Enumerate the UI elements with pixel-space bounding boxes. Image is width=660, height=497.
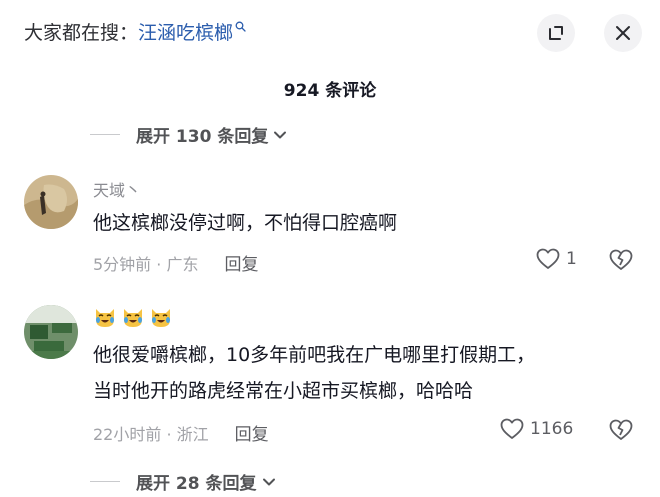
- avatar[interactable]: [24, 305, 78, 359]
- chevron-down-icon: [262, 478, 275, 485]
- chevron-down-icon: [274, 131, 287, 138]
- time-location: 22小时前 · 浙江: [93, 424, 209, 444]
- comment-meta: 22小时前 · 浙江 回复: [93, 420, 269, 446]
- expand-replies-button[interactable]: 展开 130 条回复: [90, 122, 288, 147]
- expand-window-icon: [549, 26, 563, 40]
- like-button[interactable]: 1166: [500, 418, 573, 440]
- comment-text-line-2: 当时他开的路虎经常在小超市买槟榔，哈哈哈: [93, 380, 474, 402]
- expand-window-button[interactable]: [537, 14, 575, 52]
- heart-icon: [500, 418, 524, 439]
- comments-title: 924 条评论: [283, 81, 377, 101]
- crying-laugh-cat-emoji-icon: [124, 309, 142, 327]
- comment-meta: 5分钟前 · 广东 回复: [93, 250, 258, 276]
- time-location: 5分钟前 · 广东: [93, 254, 199, 274]
- search-prefix: 大家都在搜：: [24, 22, 139, 44]
- close-button[interactable]: [604, 14, 642, 52]
- broken-heart-icon[interactable]: [609, 249, 633, 271]
- divider-line: [90, 134, 120, 135]
- heart-icon: [536, 248, 560, 269]
- top-bar: 大家都在搜： 汪涵吃槟榔: [0, 0, 660, 66]
- avatar[interactable]: [24, 175, 78, 229]
- like-count: 1: [566, 249, 577, 269]
- search-icon: [235, 15, 246, 37]
- crying-laugh-cat-emoji-icon: [152, 309, 170, 327]
- search-keyword-link[interactable]: 汪涵吃槟榔: [138, 18, 233, 45]
- close-icon: [616, 26, 630, 40]
- like-button[interactable]: 1: [536, 248, 577, 270]
- crying-laugh-cat-emoji-icon: [96, 309, 114, 327]
- broken-heart-icon[interactable]: [609, 419, 633, 441]
- author-emoji-name[interactable]: [93, 306, 173, 328]
- reply-button[interactable]: 回复: [235, 420, 269, 445]
- like-count: 1166: [530, 419, 574, 439]
- search-suggestion[interactable]: 大家都在搜： 汪涵吃槟榔: [24, 18, 246, 45]
- comment-text-line-1: 他很爱嚼槟榔，10多年前吧我在广电哪里打假期工，: [93, 344, 536, 366]
- author-name[interactable]: 天域丶: [93, 177, 141, 201]
- expand-replies-label: 展开 130 条回复: [136, 127, 269, 147]
- comment-text: 他这槟榔没停过啊，不怕得口腔癌啊: [93, 212, 398, 234]
- divider-line: [90, 481, 120, 482]
- expand-replies-button[interactable]: 展开 28 条回复: [90, 469, 277, 494]
- reply-button[interactable]: 回复: [224, 250, 258, 275]
- expand-replies-label: 展开 28 条回复: [136, 474, 257, 494]
